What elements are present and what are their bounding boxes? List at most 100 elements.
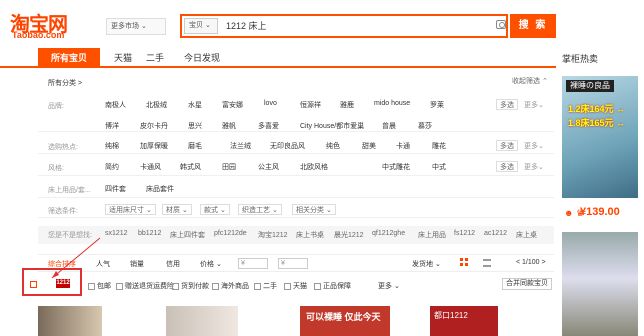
brand-item[interactable]: 慕莎	[418, 121, 432, 131]
multi-select-button[interactable]: 多选	[496, 161, 518, 172]
tab-second-hand[interactable]: 二手	[140, 48, 170, 68]
search-button[interactable]: 搜 索	[510, 14, 556, 38]
brand-item[interactable]: 罗莱	[430, 100, 444, 110]
brand-item[interactable]: 北极绒	[146, 100, 167, 110]
second-hand-check[interactable]: 二手	[254, 281, 277, 291]
sort-popularity[interactable]: 人气	[96, 259, 110, 269]
product-thumb[interactable]	[38, 306, 102, 336]
more-button[interactable]: 更多⌄	[524, 100, 544, 110]
hot-item[interactable]: 磨毛	[188, 141, 202, 151]
cod-check[interactable]: 货到付款	[172, 281, 209, 291]
more-options-button[interactable]: 更多 ⌄	[378, 281, 400, 291]
style-item[interactable]: 中式雕花	[382, 162, 410, 172]
search-input[interactable]: 1212 床上	[226, 18, 486, 34]
collapse-filter-button[interactable]: 收起筛选 ⌃	[512, 76, 548, 86]
hot-item[interactable]: 纯棉	[105, 141, 119, 151]
product-thumb[interactable]	[166, 306, 238, 336]
brand-item[interactable]: 富安娜	[222, 100, 243, 110]
tab-tmall[interactable]: 天猫	[108, 48, 138, 68]
ad-price[interactable]: ¥139.00	[580, 206, 620, 218]
style-item[interactable]: 公主风	[258, 162, 279, 172]
overseas-check[interactable]: 海外商品	[212, 281, 249, 291]
suggestion-link[interactable]: bb1212	[138, 230, 161, 237]
brand-item[interactable]: 雅帆	[222, 121, 236, 131]
breadcrumb[interactable]: 所有分类 >	[48, 78, 82, 88]
shopkeeper-hot-title: 掌柜热卖	[562, 54, 599, 64]
search-scope-select[interactable]: 宝贝 ⌄	[184, 18, 218, 34]
hot-item[interactable]: 无印良品风	[270, 141, 305, 151]
hot-item[interactable]: 甜美	[362, 141, 376, 151]
brand-item[interactable]: lovo	[264, 100, 277, 107]
material-dropdown[interactable]: 材质 ⌄	[162, 204, 192, 215]
suggestion-link[interactable]: sx1212	[105, 230, 128, 237]
style-item[interactable]: 简约	[105, 162, 119, 172]
style-item[interactable]: 中式	[432, 162, 446, 172]
suggestion-link[interactable]: pfc1212de	[214, 230, 247, 237]
brand-item[interactable]: 恒源祥	[300, 100, 321, 110]
list-view-icon[interactable]	[483, 259, 491, 267]
highlight-box	[22, 268, 82, 296]
suggestion-link[interactable]: 床上书桌	[296, 230, 324, 240]
hot-item[interactable]: 法兰绒	[230, 141, 251, 151]
style-item[interactable]: 卡通风	[140, 162, 161, 172]
hot-item[interactable]: 雕花	[432, 141, 446, 151]
tmall-check[interactable]: 天猫	[284, 281, 307, 291]
genuine-check[interactable]: 正品保障	[314, 281, 351, 291]
grid-view-icon[interactable]	[460, 258, 469, 267]
suggestion-link[interactable]: 淘宝1212	[258, 230, 288, 240]
multi-select-button[interactable]: 多选	[496, 99, 518, 110]
product-thumb[interactable]: 可以裸睡 仅此今天	[300, 306, 390, 336]
suggestion-link[interactable]: fs1212	[454, 230, 475, 237]
price-to-input[interactable]: ¥	[278, 258, 308, 269]
sort-credit[interactable]: 信用	[166, 259, 180, 269]
ad-product-image[interactable]	[562, 76, 638, 198]
pager[interactable]: < 1/100 >	[516, 259, 546, 266]
category-item[interactable]: 四件套	[105, 184, 126, 194]
brand-item[interactable]: mido house	[374, 100, 410, 107]
price-from-input[interactable]: ¥	[238, 258, 268, 269]
merge-same-items-button[interactable]: 合并同款宝贝	[502, 278, 552, 290]
brand-item[interactable]: 多喜爱	[258, 121, 279, 131]
suggestion-link[interactable]: 床上四件套	[170, 230, 205, 240]
brand-item[interactable]: City House/都市爱巢	[300, 121, 364, 131]
brand-item[interactable]: 博洋	[105, 121, 119, 131]
product-thumb[interactable]: 都口1212	[430, 306, 498, 336]
hot-item[interactable]: 纯色	[326, 141, 340, 151]
suggestion-link[interactable]: 床上用品	[418, 230, 446, 240]
brand-item[interactable]: 思兴	[188, 121, 202, 131]
tab-all-items[interactable]: 所有宝贝	[38, 48, 100, 68]
more-button[interactable]: 更多⌄	[524, 141, 544, 151]
suggestion-link[interactable]: qf1212ghe	[372, 230, 405, 237]
more-button[interactable]: 更多⌄	[524, 162, 544, 172]
style-item[interactable]: 北欧风格	[300, 162, 328, 172]
multi-select-button[interactable]: 多选	[496, 140, 518, 151]
ad-price-1: 1.2床164元 ↔	[568, 104, 626, 114]
category-item[interactable]: 床品套件	[146, 184, 174, 194]
brand-item[interactable]: 南极人	[105, 100, 126, 110]
sort-sales[interactable]: 销量	[130, 259, 144, 269]
sort-price[interactable]: 价格 ⌄	[200, 259, 222, 269]
more-market-dropdown[interactable]: 更多市场 ⌄	[106, 18, 166, 35]
style-item[interactable]: 韩式风	[180, 162, 201, 172]
related-category-dropdown[interactable]: 相关分类 ⌄	[292, 204, 336, 215]
weave-dropdown[interactable]: 织造工艺 ⌄	[238, 204, 282, 215]
camera-icon[interactable]	[496, 20, 506, 29]
suggestion-link[interactable]: 晨光1212	[334, 230, 364, 240]
ship-from-dropdown[interactable]: 发货地 ⌄	[412, 259, 441, 269]
brand-item[interactable]: 皮尔卡丹	[140, 121, 168, 131]
suggestion-link[interactable]: ac1212	[484, 230, 507, 237]
suggestion-link[interactable]: 床上桌	[516, 230, 537, 240]
brand-item[interactable]: 水星	[188, 100, 202, 110]
bed-size-dropdown[interactable]: 适用床尺寸 ⌄	[105, 204, 156, 215]
brand-item[interactable]: 曾晨	[382, 121, 396, 131]
tab-today-discover[interactable]: 今日发现	[176, 48, 228, 68]
return-insurance-check[interactable]: 赠送退货运费险	[116, 281, 174, 291]
style-item[interactable]: 田园	[222, 162, 236, 172]
style-dropdown[interactable]: 款式 ⌄	[200, 204, 230, 215]
hot-item[interactable]: 加厚保暖	[140, 141, 168, 151]
brand-item[interactable]: 雅鹿	[340, 100, 354, 110]
free-shipping-check[interactable]: 包邮	[88, 281, 111, 291]
hot-item[interactable]: 卡通	[396, 141, 410, 151]
taobao-logo-en[interactable]: Taobao.com	[12, 30, 64, 40]
ad-product-image-2[interactable]	[562, 232, 638, 336]
